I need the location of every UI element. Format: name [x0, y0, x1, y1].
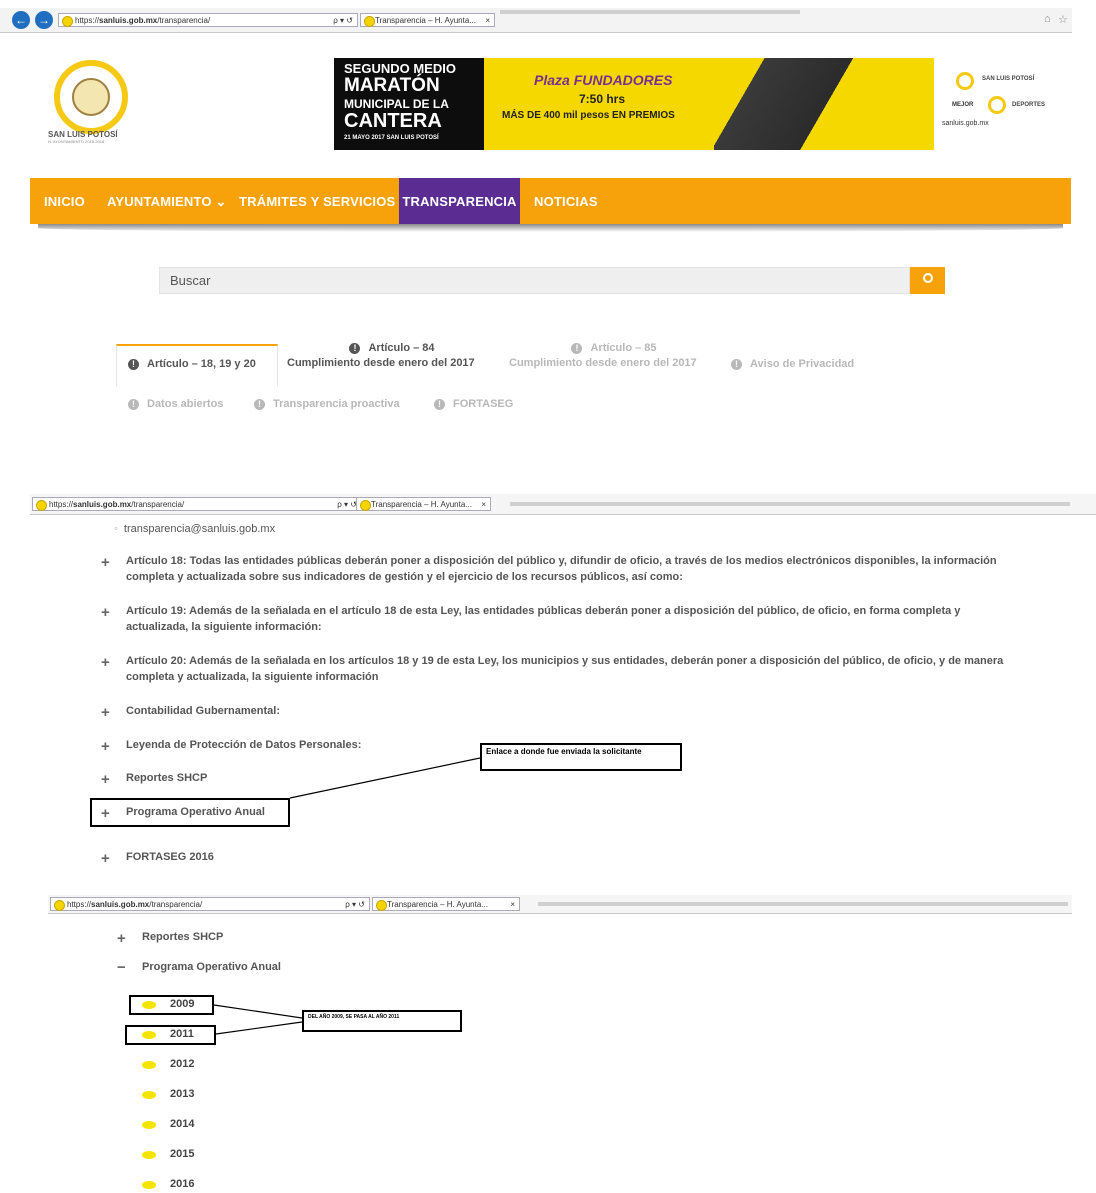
year-bullet-icon	[142, 1151, 156, 1159]
browser-tab-3[interactable]: Transparencia – H. Ayunta... ×	[372, 897, 520, 911]
year-bullet-icon	[142, 1001, 156, 1009]
year-bullet-icon	[142, 1061, 156, 1069]
year-link-2009[interactable]: 2009	[170, 998, 194, 1010]
collapse-icon[interactable]: −	[117, 960, 126, 975]
address-search-refresh-icon[interactable]: ρ ▾ ↺	[345, 898, 365, 912]
callout-enlace: Enlace a donde fue enviada la solicitant…	[480, 743, 682, 771]
accordion-programa-operativo-open[interactable]: Programa Operativo Anual	[142, 959, 442, 975]
year-bullet-icon	[142, 1181, 156, 1189]
year-link-2013[interactable]: 2013	[170, 1088, 194, 1100]
address-bar-3[interactable]: https://sanluis.gob.mx/transparencia/ ρ …	[50, 897, 370, 911]
year-link-2014[interactable]: 2014	[170, 1118, 194, 1130]
close-tab-icon[interactable]: ×	[510, 898, 515, 912]
callout-anio: DEL AÑO 2009, SE PASA AL AÑO 2011	[302, 1010, 462, 1032]
year-link-2011[interactable]: 2011	[170, 1028, 194, 1040]
chrome-strip	[538, 902, 1068, 906]
site-icon	[54, 900, 65, 911]
accordion-reportes-shcp-2[interactable]: Reportes SHCP	[142, 929, 442, 945]
expand-icon[interactable]: +	[117, 931, 126, 946]
year-bullet-icon	[142, 1091, 156, 1099]
year-bullet-icon	[142, 1121, 156, 1129]
site-icon	[376, 900, 387, 911]
year-link-2016[interactable]: 2016	[170, 1178, 194, 1190]
year-bullet-icon	[142, 1031, 156, 1039]
browser-toolbar-3: https://sanluis.gob.mx/transparencia/ ρ …	[48, 895, 1072, 914]
year-link-2012[interactable]: 2012	[170, 1058, 194, 1070]
year-link-2015[interactable]: 2015	[170, 1148, 194, 1160]
